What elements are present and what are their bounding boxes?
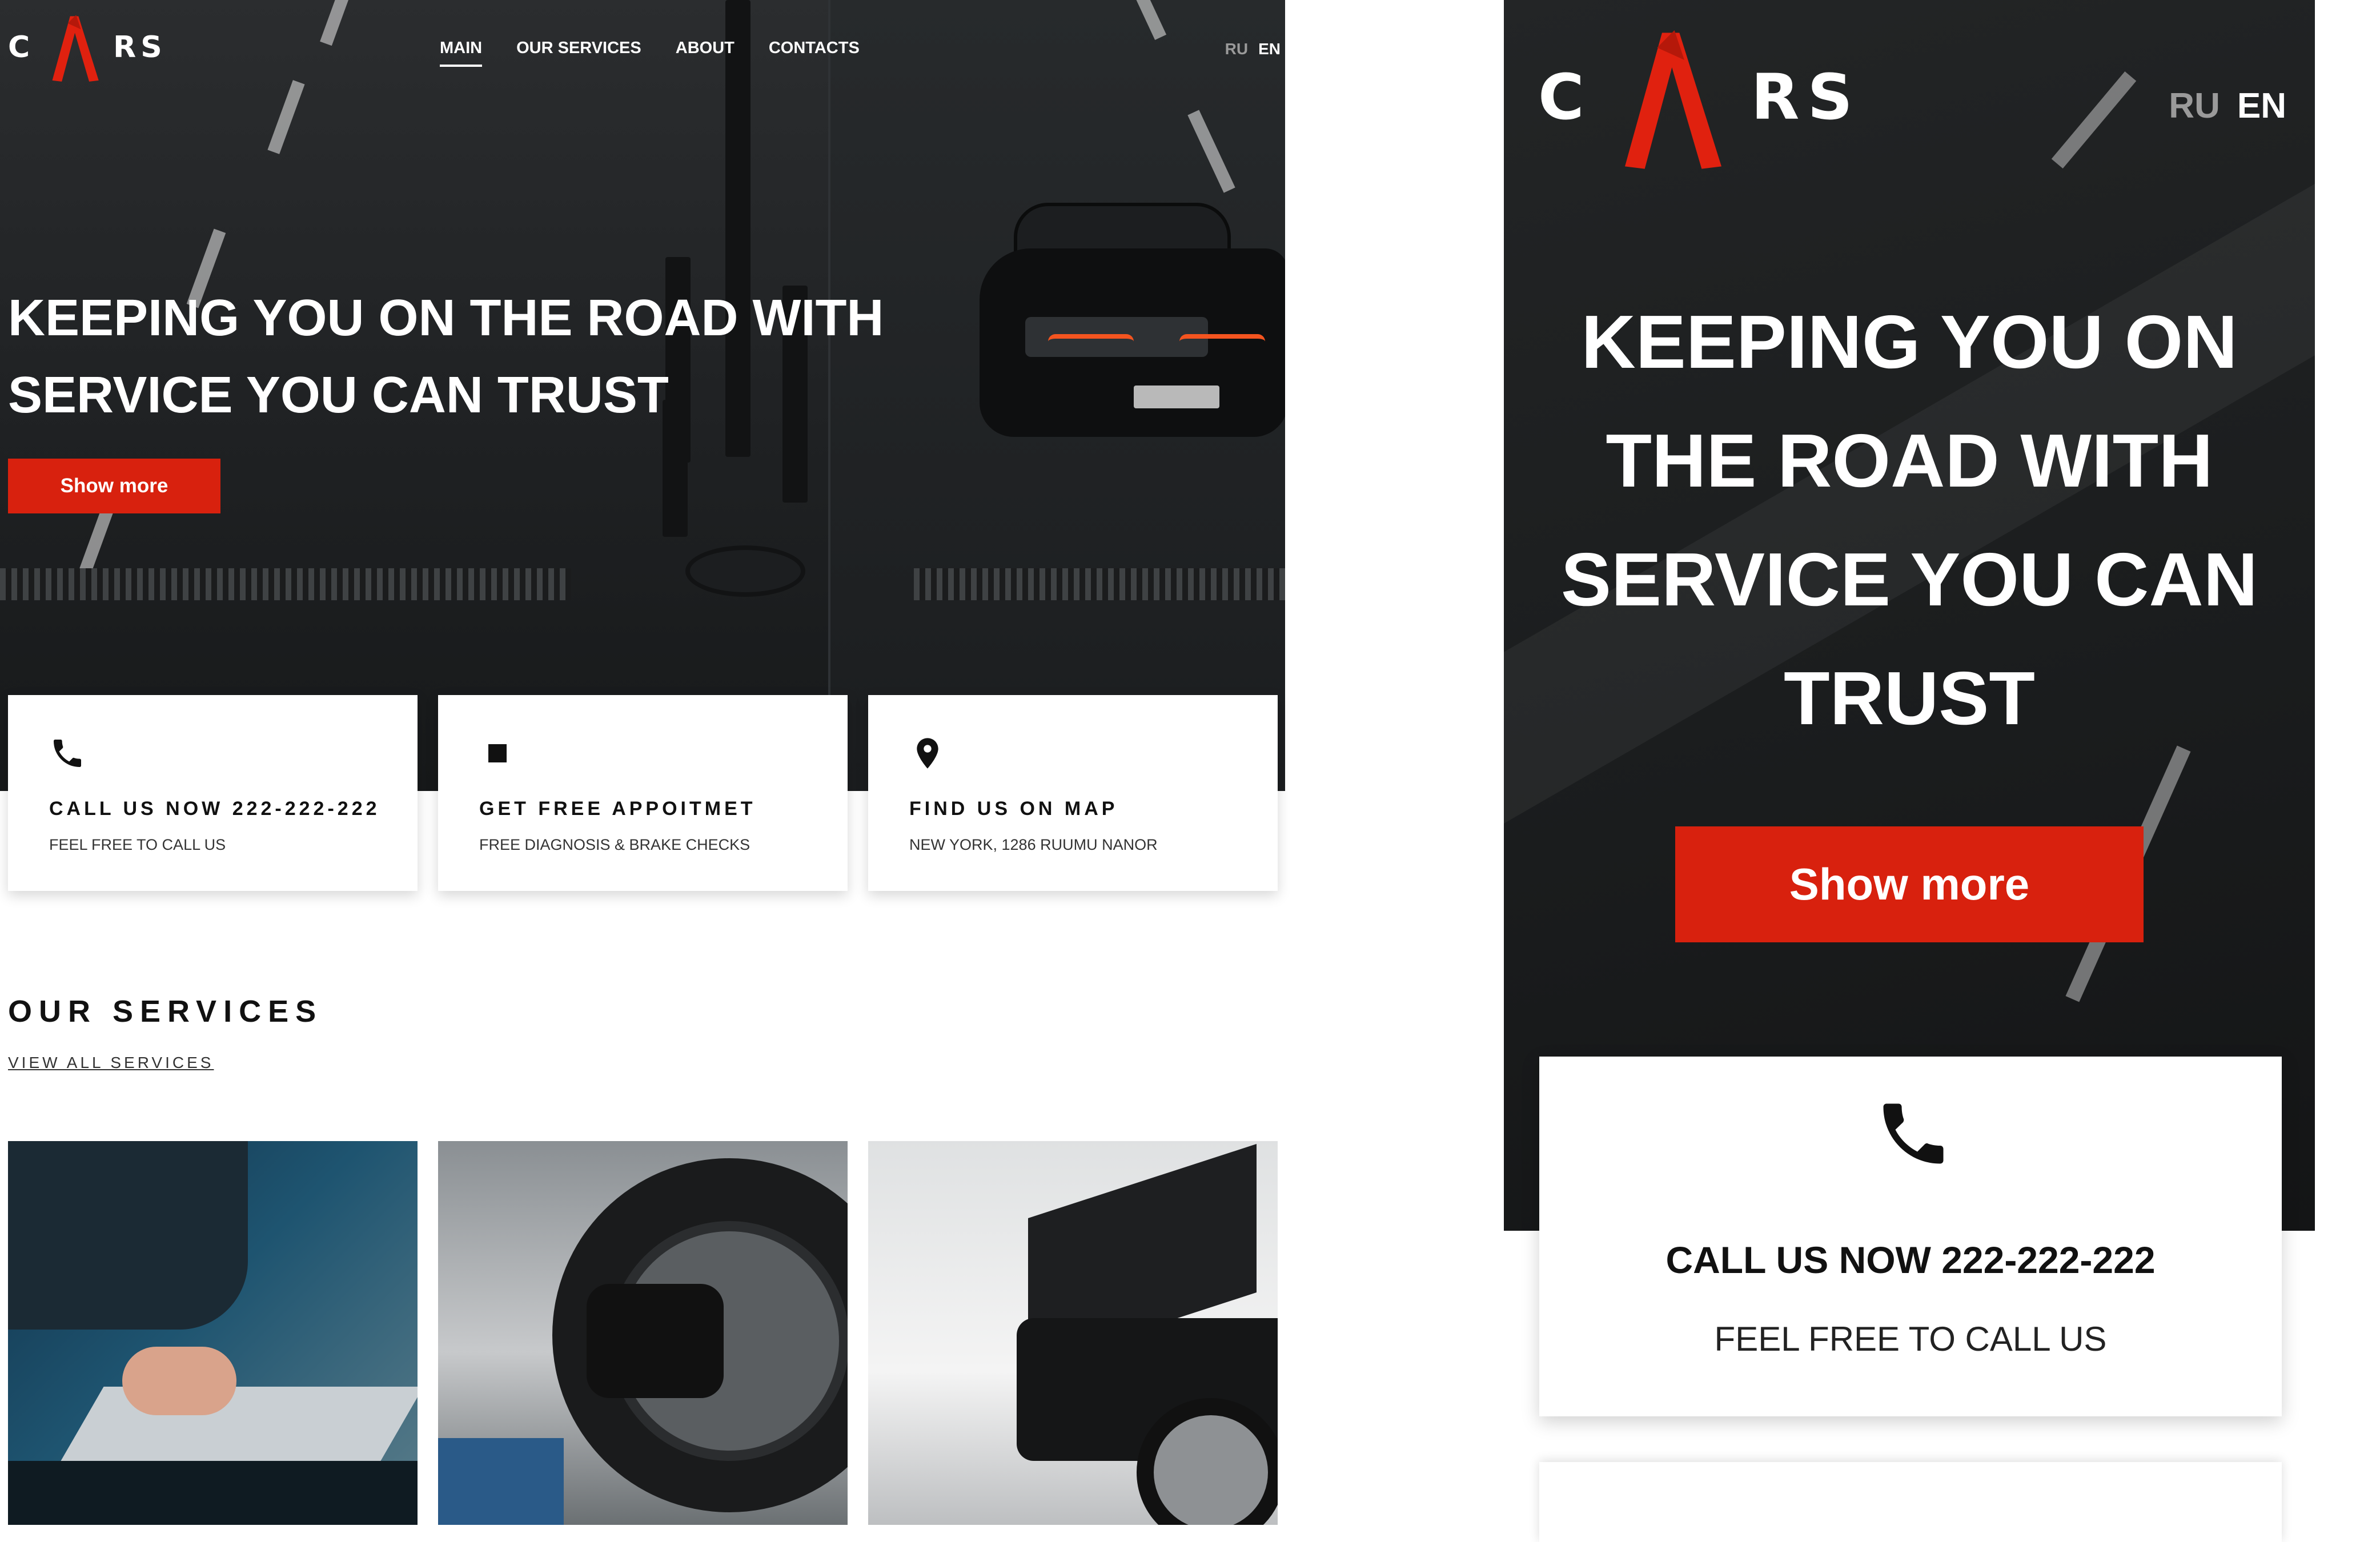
lang-ru[interactable]: RU — [1225, 40, 1248, 58]
show-more-button[interactable]: Show more — [1675, 826, 2144, 942]
phone-icon — [1883, 1103, 1944, 1164]
square-icon — [488, 744, 507, 762]
manhole — [685, 545, 805, 597]
logo-letter-r: R — [1751, 61, 1808, 134]
lang-en[interactable]: EN — [1258, 40, 1281, 58]
cars-logo[interactable]: C R S — [8, 11, 167, 83]
hero-headline-line2: SERVICE YOU CAN TRUST — [8, 367, 669, 424]
mobile-hero-headline: KEEPING YOU ON THE ROAD WITH SERVICE YOU… — [1527, 283, 2292, 758]
desktop-layout: C R S MAIN OUR SERVICES ABOUT CONTACTS R… — [0, 0, 1285, 1525]
phone-icon — [54, 740, 81, 767]
mobile-feature-card-next[interactable] — [1539, 1462, 2282, 1542]
language-switcher: RU EN — [1225, 40, 1281, 58]
feature-card-map[interactable]: FIND US ON MAP NEW YORK, 1286 RUUMU NANO… — [868, 695, 1278, 891]
headline-line: KEEPING YOU ON — [1581, 300, 2238, 384]
main-menu: MAIN OUR SERVICES ABOUT CONTACTS — [440, 39, 860, 67]
headline-line: THE ROAD WITH — [1606, 419, 2213, 503]
logo-letter-r: R — [113, 30, 141, 65]
nav-contacts[interactable]: CONTACTS — [769, 39, 860, 67]
feature-subtitle: FEEL FREE TO CALL US — [49, 836, 226, 853]
cars-logo[interactable]: C R S — [1538, 23, 1861, 171]
car-lift-photo[interactable] — [868, 1141, 1278, 1525]
services-heading: OUR SERVICES — [8, 994, 323, 1029]
car-image — [980, 203, 1285, 454]
nav-main[interactable]: MAIN — [440, 39, 483, 67]
lang-ru[interactable]: RU — [2169, 86, 2220, 126]
logo-a-mark-icon — [1624, 30, 1721, 169]
show-more-button[interactable]: Show more — [8, 459, 220, 513]
language-switcher: RU EN — [2169, 86, 2286, 126]
feature-title: FIND US ON MAP — [909, 798, 1118, 820]
nav-our-services[interactable]: OUR SERVICES — [516, 39, 641, 67]
feature-title: GET FREE APPOITMET — [479, 798, 756, 820]
feature-title: CALL US NOW 222-222-222 — [1665, 1239, 2156, 1281]
lane-marking — [2051, 71, 2137, 168]
logo-letter-c: C — [8, 30, 35, 65]
tire-service-photo[interactable] — [438, 1141, 848, 1525]
feature-subtitle: FREE DIAGNOSIS & BRAKE CHECKS — [479, 836, 750, 853]
hero-section: C R S MAIN OUR SERVICES ABOUT CONTACTS R… — [0, 0, 1285, 791]
headline-line: TRUST — [1784, 656, 2035, 740]
drain-grate — [0, 568, 571, 600]
logo-letter-s: S — [141, 30, 167, 65]
feature-subtitle: FEEL FREE TO CALL US — [1714, 1320, 2107, 1358]
feature-card-appointment[interactable]: GET FREE APPOITMET FREE DIAGNOSIS & BRAK… — [438, 695, 848, 891]
feature-title: CALL US NOW 222-222-222 — [49, 798, 380, 820]
feature-cards: CALL US NOW 222-222-222 FEEL FREE TO CAL… — [0, 695, 1285, 891]
mobile-layout: C R S RU EN KEEPING YOU ON THE ROAD WITH… — [1504, 0, 2315, 1542]
hero-headline: KEEPING YOU ON THE ROAD WITH SERVICE YOU… — [8, 280, 979, 434]
lang-en[interactable]: EN — [2237, 86, 2286, 126]
laptop-diagnostics-photo[interactable] — [8, 1141, 418, 1525]
mobile-feature-card-call[interactable]: CALL US NOW 222-222-222 FEEL FREE TO CAL… — [1539, 1057, 2282, 1416]
drain-grate — [914, 568, 1285, 600]
top-nav: C R S MAIN OUR SERVICES ABOUT CONTACTS R… — [0, 0, 1285, 97]
view-all-services-link[interactable]: VIEW ALL SERVICES — [8, 1054, 214, 1072]
mobile-hero-section: C R S RU EN KEEPING YOU ON THE ROAD WITH… — [1504, 0, 2315, 1231]
hero-headline-line1: KEEPING YOU ON THE ROAD WITH — [8, 290, 884, 347]
map-pin-icon — [917, 738, 938, 769]
feature-subtitle: NEW YORK, 1286 RUUMU NANOR — [909, 836, 1158, 853]
logo-letter-s: S — [1807, 61, 1861, 134]
headline-line: SERVICE YOU CAN — [1560, 537, 2258, 621]
logo-letter-c: C — [1538, 61, 1592, 134]
feature-card-call[interactable]: CALL US NOW 222-222-222 FEEL FREE TO CAL… — [8, 695, 418, 891]
logo-a-mark-icon — [52, 15, 99, 82]
nav-about[interactable]: ABOUT — [676, 39, 735, 67]
